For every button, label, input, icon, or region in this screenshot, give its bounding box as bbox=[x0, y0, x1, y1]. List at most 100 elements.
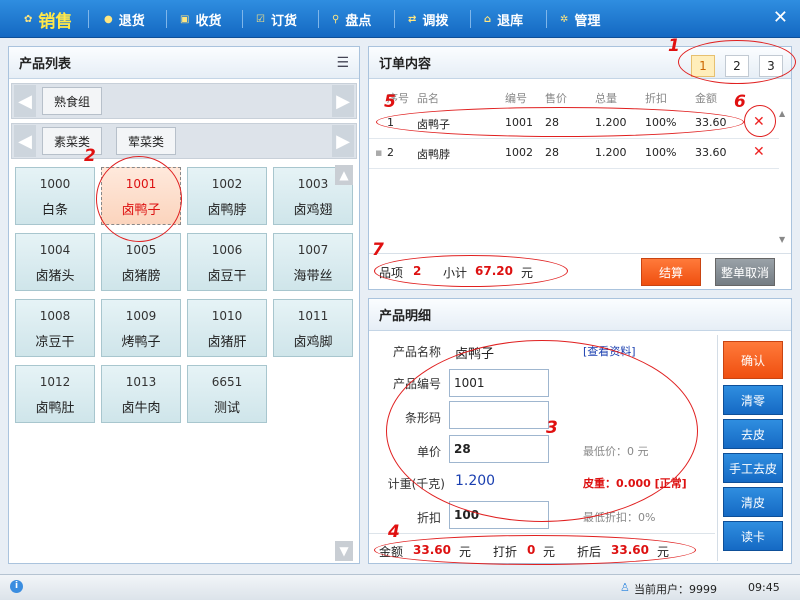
annotation-ellipse bbox=[374, 255, 568, 287]
product-code: 1007 bbox=[297, 243, 329, 257]
cancel-order-button[interactable]: 整单取消 bbox=[715, 258, 775, 286]
chevron-right-icon[interactable]: ▶ bbox=[332, 125, 354, 157]
product-name: 烤鸭子 bbox=[121, 335, 161, 350]
nav-order[interactable]: ☑ 订货 bbox=[256, 0, 297, 38]
detail-title: 产品明细 bbox=[369, 299, 791, 331]
annotation-ellipse bbox=[374, 535, 696, 565]
product-name: 卤猪头 bbox=[35, 269, 75, 284]
annotation-number: 5 bbox=[384, 92, 396, 112]
clock: 09:45 bbox=[748, 581, 780, 594]
product-tile[interactable]: 1011 卤鸡脚 bbox=[273, 299, 353, 357]
search-icon: ⚲ bbox=[332, 13, 340, 25]
col-name: 品名 bbox=[417, 92, 439, 105]
product-name: 海带丝 bbox=[293, 269, 333, 284]
nav-return[interactable]: ● 退货 bbox=[104, 0, 145, 38]
product-code: 1004 bbox=[39, 243, 71, 257]
table-row[interactable]: ▪ 2 卤鸭脖 1002 28 1.200 100% 33.60 ✕ bbox=[369, 139, 779, 169]
nav-inventory[interactable]: ⚲ 盘点 bbox=[332, 0, 371, 38]
receive-icon: ▣ bbox=[180, 13, 190, 25]
product-tile[interactable]: 1000 白条 bbox=[15, 167, 95, 225]
close-icon[interactable]: ✕ bbox=[773, 7, 788, 28]
annotation-ellipse bbox=[376, 107, 744, 137]
checkout-button[interactable]: 结算 bbox=[641, 258, 701, 286]
product-code: 1002 bbox=[211, 177, 243, 191]
product-code: 1000 bbox=[39, 177, 71, 191]
annotation-ellipse bbox=[678, 40, 796, 84]
product-code: 1013 bbox=[125, 375, 157, 389]
product-name: 卤猪肝 bbox=[207, 335, 247, 350]
delete-icon[interactable]: ✕ bbox=[753, 144, 765, 160]
nav-divider bbox=[470, 10, 471, 28]
product-tile[interactable]: 1006 卤豆干 bbox=[187, 233, 267, 291]
return-icon: ● bbox=[104, 13, 113, 25]
row-price: 28 bbox=[545, 146, 559, 159]
list-icon[interactable]: ☰ bbox=[336, 55, 349, 71]
read-card-button[interactable]: 读卡 bbox=[723, 521, 783, 551]
product-name: 测试 bbox=[213, 401, 240, 416]
product-name: 卤豆干 bbox=[207, 269, 247, 284]
category-button[interactable]: 熟食组 bbox=[42, 87, 103, 115]
nav-transfer[interactable]: ⇄ 调拨 bbox=[408, 0, 448, 38]
scroll-down-icon[interactable]: ▼ bbox=[335, 541, 353, 561]
product-code: 6651 bbox=[211, 375, 243, 389]
product-tile[interactable]: 1002 卤鸭脖 bbox=[187, 167, 267, 225]
nav-manage[interactable]: ✲ 管理 bbox=[560, 0, 600, 38]
product-list-title: 产品列表 bbox=[9, 47, 359, 79]
nav-receive[interactable]: ▣ 收货 bbox=[180, 0, 221, 38]
row-code: 1002 bbox=[505, 146, 533, 159]
order-icon: ☑ bbox=[256, 13, 265, 25]
product-name: 卤牛肉 bbox=[121, 401, 161, 416]
nav-divider bbox=[88, 10, 89, 28]
category-row-types: ◀ 素菜类 荤菜类 ▶ bbox=[11, 123, 357, 159]
product-tile[interactable]: 1009 烤鸭子 bbox=[101, 299, 181, 357]
nav-sales[interactable]: ✿ 销售 bbox=[24, 0, 72, 38]
chevron-right-icon[interactable]: ▶ bbox=[332, 85, 354, 117]
category-button[interactable]: 荤菜类 bbox=[116, 127, 177, 155]
product-tile[interactable]: 1010 卤猪肝 bbox=[187, 299, 267, 357]
product-tile[interactable]: 1004 卤猪头 bbox=[15, 233, 95, 291]
transfer-icon: ⇄ bbox=[408, 13, 417, 25]
product-name: 卤鸡脚 bbox=[293, 335, 333, 350]
status-bar: i ♙ 当前用户：9999 09:45 bbox=[0, 574, 800, 600]
clear-tare-button[interactable]: 清皮 bbox=[723, 487, 783, 517]
confirm-button[interactable]: 确认 bbox=[723, 341, 783, 379]
chevron-left-icon[interactable]: ◀ bbox=[14, 125, 36, 157]
col-qty: 总量 bbox=[595, 92, 617, 105]
product-code: 1012 bbox=[39, 375, 71, 389]
product-code: 1009 bbox=[125, 309, 157, 323]
annotation-number: 6 bbox=[734, 92, 746, 112]
row-no: 2 bbox=[387, 146, 394, 159]
gear-icon: ✲ bbox=[560, 13, 569, 25]
nav-divider bbox=[242, 10, 243, 28]
scroll-up-icon[interactable]: ▲ bbox=[335, 165, 353, 185]
col-amount: 金额 bbox=[695, 92, 717, 105]
nav-stock-return[interactable]: ⌂ 退库 bbox=[484, 0, 523, 38]
product-tile[interactable]: 1013 卤牛肉 bbox=[101, 365, 181, 423]
order-scrollbar[interactable]: ▲ ▼ bbox=[779, 109, 789, 249]
product-name: 卤鸭脖 bbox=[207, 203, 247, 218]
col-discount: 折扣 bbox=[645, 92, 667, 105]
product-tile[interactable]: 1008 凉豆干 bbox=[15, 299, 95, 357]
product-tile[interactable]: 1007 海带丝 bbox=[273, 233, 353, 291]
chevron-left-icon[interactable]: ◀ bbox=[14, 85, 36, 117]
tare-button[interactable]: 去皮 bbox=[723, 419, 783, 449]
product-name: 卤鸡翅 bbox=[293, 203, 333, 218]
col-price: 售价 bbox=[545, 92, 567, 105]
nav-divider bbox=[394, 10, 395, 28]
product-tile[interactable]: 1012 卤鸭肚 bbox=[15, 365, 95, 423]
product-name: 白条 bbox=[41, 203, 68, 218]
row-marker-icon: ▪ bbox=[375, 146, 383, 159]
row-amount: 33.60 bbox=[695, 146, 727, 159]
product-name: 卤猪膀 bbox=[121, 269, 161, 284]
user-icon: ♙ bbox=[620, 581, 630, 594]
category-row-groups: ◀ 熟食组 ▶ bbox=[11, 83, 357, 119]
sales-icon: ✿ bbox=[24, 13, 33, 25]
row-qty: 1.200 bbox=[595, 146, 627, 159]
name-label: 产品名称 bbox=[392, 345, 441, 359]
product-code: 1011 bbox=[297, 309, 329, 323]
product-tile[interactable]: 6651 测试 bbox=[187, 365, 267, 423]
manual-tare-button[interactable]: 手工去皮 bbox=[723, 453, 783, 483]
clear-button[interactable]: 清零 bbox=[723, 385, 783, 415]
product-name: 凉豆干 bbox=[35, 335, 75, 350]
row-discount: 100% bbox=[645, 146, 677, 159]
